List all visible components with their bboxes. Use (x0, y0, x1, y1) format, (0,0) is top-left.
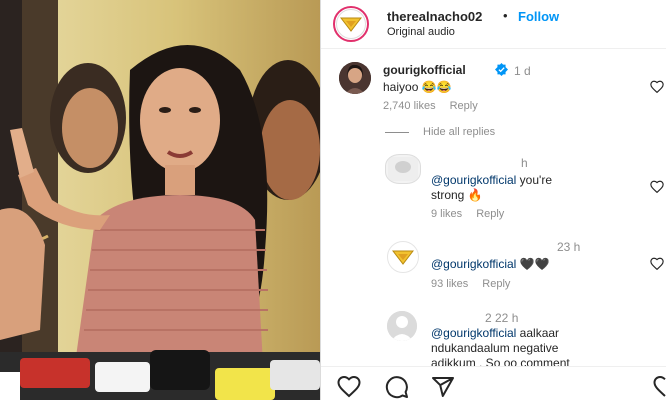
default-avatar-icon (387, 311, 417, 341)
hide-replies-toggle[interactable]: Hide all replies (385, 126, 495, 138)
reply-text-body: you're (516, 173, 552, 187)
comments-panel: therealnacho02 • Follow Original audio g… (321, 0, 666, 400)
chips-logo-icon (340, 17, 362, 32)
action-bar (321, 366, 666, 400)
chips-logo-icon (392, 250, 414, 265)
reply-text-line2: ndukandaalum negative (431, 341, 559, 355)
reel-video[interactable] (0, 0, 320, 400)
reply-button[interactable]: Reply (482, 278, 510, 290)
reply-likes[interactable]: 93 likes (431, 278, 468, 290)
reply-meta: 9 likes Reply (431, 208, 504, 220)
reply-likes[interactable]: 9 likes (431, 208, 462, 220)
reply-text-line2: strong 🔥 (431, 188, 483, 202)
heart-icon[interactable] (650, 80, 664, 93)
follow-button[interactable]: Follow (518, 9, 559, 24)
reply-avatar[interactable] (385, 154, 421, 184)
reply-text: @gourigkofficial aalkaar (431, 326, 559, 340)
post-header: therealnacho02 • Follow Original audio (321, 0, 666, 48)
reply-button[interactable]: Reply (450, 100, 478, 112)
comment-icon[interactable] (385, 375, 409, 399)
comment-username[interactable]: gourigkofficial (383, 63, 466, 77)
header-divider (321, 48, 666, 49)
heart-icon[interactable] (650, 257, 664, 270)
video-frame-image (0, 0, 320, 400)
heart-icon[interactable] (650, 180, 664, 193)
author-username[interactable]: therealnacho02 (387, 9, 482, 24)
verified-badge-icon (495, 63, 508, 76)
reply-mention[interactable]: @gourigkofficial (431, 257, 516, 271)
audio-label[interactable]: Original audio (387, 26, 455, 38)
reply-mention[interactable]: @gourigkofficial (431, 173, 516, 187)
reply-text: @gourigkofficial you're (431, 173, 552, 187)
comment-likes[interactable]: 2,740 likes (383, 100, 436, 112)
reply-avatar[interactable] (387, 241, 419, 273)
comment-age: 1 d (514, 64, 531, 78)
reply-age: 23 h (557, 240, 581, 254)
comment-meta: 2,740 likes Reply (383, 100, 478, 112)
reply-meta: 93 likes Reply (431, 278, 510, 290)
reply-text-body: 🖤🖤 (516, 257, 550, 271)
header-separator: • (503, 8, 508, 23)
commenter-photo (339, 62, 371, 94)
reply-button[interactable]: Reply (476, 208, 504, 220)
hide-replies-label: Hide all replies (423, 126, 496, 138)
reply-avatar[interactable] (387, 311, 417, 341)
author-avatar[interactable] (333, 6, 369, 42)
replies-line (385, 131, 409, 133)
reply-age: h (521, 156, 528, 170)
commenter-avatar[interactable] (339, 62, 371, 94)
reply-text: @gourigkofficial 🖤🖤 (431, 257, 550, 271)
avatar-photo (388, 157, 418, 181)
share-icon[interactable] (431, 375, 455, 399)
reply-age: 2 22 h (485, 311, 519, 325)
reply-mention[interactable]: @gourigkofficial (431, 326, 516, 340)
heart-icon[interactable] (337, 375, 361, 399)
comment-text: haiyoo 😂😂 (383, 80, 452, 94)
heart-icon[interactable] (653, 375, 666, 399)
reply-text-body: aalkaar (516, 326, 560, 340)
